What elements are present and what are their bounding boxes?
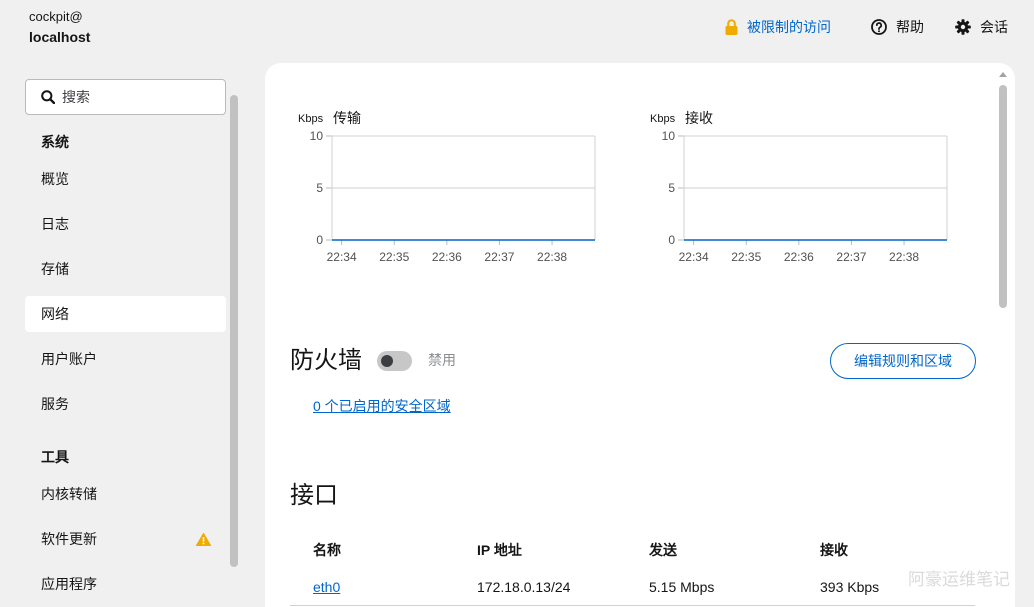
nav-group-title-system: 系统 <box>41 134 69 150</box>
receive-chart: Kbps 接收 10 5 0 22:34 22:35 22:36 22:37 22:38 <box>650 110 948 264</box>
transmit-chart: Kbps 传输 10 5 0 22:34 22:35 22:36 22:37 22:38 <box>298 110 596 264</box>
x-tick-label: 22:36 <box>784 250 814 264</box>
x-tick-label: 22:38 <box>537 250 567 264</box>
interfaces-table-header: 名称 IP 地址 发送 接收 <box>290 530 975 570</box>
help-button[interactable]: 帮助 <box>871 17 924 37</box>
interface-name-link[interactable]: eth0 <box>313 577 340 597</box>
column-header-name: 名称 <box>313 542 341 558</box>
toggle-knob <box>381 355 393 367</box>
firewall-heading: 防火墙 <box>290 347 362 374</box>
chart-title: 接收 <box>685 110 713 126</box>
firewall-status-label: 禁用 <box>428 352 456 368</box>
help-icon <box>871 19 887 35</box>
active-zones-link[interactable]: 0 个已启用的安全区域 <box>313 396 451 416</box>
interface-receiving: 393 Kbps <box>820 579 880 595</box>
interfaces-heading: 接口 <box>290 482 338 509</box>
gear-icon <box>955 19 971 35</box>
host-user-prefix: cockpit@ <box>29 9 83 24</box>
x-tick-label: 22:38 <box>889 250 919 264</box>
plot-area: 10 5 0 22:34 22:35 22:36 22:37 22:38 <box>662 129 948 264</box>
scroll-up-arrow-icon[interactable] <box>999 72 1007 77</box>
interface-ip: 172.18.0.13/24 <box>477 579 571 595</box>
sidebar-item-applications[interactable]: 应用程序 <box>25 566 226 602</box>
warning-icon <box>196 533 211 546</box>
column-header-ip: IP 地址 <box>477 542 522 558</box>
x-tick-label: 22:34 <box>327 250 357 264</box>
sidebar-item-services[interactable]: 服务 <box>25 386 226 422</box>
help-label: 帮助 <box>896 19 924 35</box>
y-tick-label: 10 <box>310 129 324 143</box>
lock-icon <box>725 19 738 35</box>
sidebar-item-networking[interactable]: 网络 <box>25 296 226 332</box>
main-scrollbar[interactable] <box>999 85 1007 308</box>
interface-sending: 5.15 Mbps <box>649 579 715 595</box>
firewall-toggle[interactable] <box>377 351 412 371</box>
y-tick-label: 5 <box>668 181 675 195</box>
y-tick-label: 10 <box>662 129 676 143</box>
search-input[interactable] <box>62 80 217 114</box>
column-header-receiving: 接收 <box>820 542 848 558</box>
x-tick-label: 22:37 <box>836 250 866 264</box>
x-tick-label: 22:35 <box>731 250 761 264</box>
chart-title: 传输 <box>333 110 361 126</box>
search-box[interactable] <box>25 79 226 115</box>
x-tick-label: 22:34 <box>679 250 709 264</box>
search-icon <box>41 90 55 104</box>
sidebar-item-overview[interactable]: 概览 <box>25 161 226 197</box>
x-tick-label: 22:36 <box>432 250 462 264</box>
x-tick-label: 22:37 <box>484 250 514 264</box>
chart-unit-label: Kbps <box>650 113 676 125</box>
session-label: 会话 <box>980 19 1008 35</box>
edit-rules-and-zones-button[interactable]: 编辑规则和区域 <box>830 343 976 379</box>
sidebar-item-logs[interactable]: 日志 <box>25 206 226 242</box>
network-main-card: Kbps 传输 10 5 0 22:34 22:35 22:36 22:37 22:38 Kb… <box>265 63 1015 607</box>
y-tick-label: 5 <box>316 181 323 195</box>
limited-access-button[interactable]: 被限制的访问 <box>725 17 831 37</box>
x-tick-label: 22:35 <box>379 250 409 264</box>
y-tick-label: 0 <box>316 233 323 247</box>
sidebar-scrollbar[interactable] <box>230 95 238 567</box>
nav-group-title-tools: 工具 <box>41 449 69 465</box>
plot-area: 10 5 0 22:34 22:35 22:36 22:37 22:38 <box>310 129 596 264</box>
watermark: 阿豪运维笔记 <box>908 570 1010 589</box>
session-button[interactable]: 会话 <box>955 17 1008 37</box>
limited-access-label: 被限制的访问 <box>747 19 831 35</box>
sidebar-item-storage[interactable]: 存储 <box>25 251 226 287</box>
host-name: localhost <box>29 29 91 45</box>
column-header-sending: 发送 <box>649 542 677 558</box>
y-tick-label: 0 <box>668 233 675 247</box>
chart-unit-label: Kbps <box>298 113 324 125</box>
sidebar-item-accounts[interactable]: 用户账户 <box>25 341 226 377</box>
sidebar-item-kdump[interactable]: 内核转储 <box>25 476 226 512</box>
table-row[interactable]: eth0 172.18.0.13/24 5.15 Mbps 393 Kbps <box>290 567 975 606</box>
